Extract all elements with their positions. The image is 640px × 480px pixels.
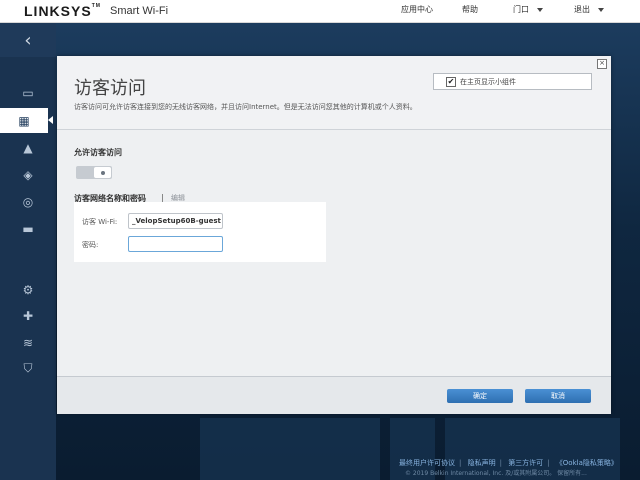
toggle-knob[interactable] <box>94 167 111 178</box>
dialog-footer: 确定 取消 <box>57 376 611 414</box>
nav-logout-menu[interactable]: 退出 <box>574 4 604 15</box>
checkmark-icon[interactable]: ✔ <box>446 76 456 87</box>
footer-link-privacy[interactable]: 隐私声明 <box>468 459 496 467</box>
product-name: Smart Wi-Fi <box>110 5 169 17</box>
copyright-text: © 2019 Belkin International, Inc. 及/或其附属… <box>405 470 587 477</box>
password-field[interactable] <box>128 236 223 252</box>
footer-link-third-party[interactable]: 第三方许可 <box>508 459 543 467</box>
security-icon[interactable]: ⛉ <box>0 356 56 381</box>
speed-test-icon[interactable]: ◎ <box>0 189 56 214</box>
nav-user-menu[interactable]: 门口 <box>513 4 543 15</box>
chevron-left-icon[interactable]: ‹ <box>0 23 56 57</box>
external-storage-icon[interactable]: ▬ <box>0 216 56 241</box>
troubleshooting-icon[interactable]: ✚ <box>0 303 56 328</box>
guest-access-dialog: × 访客访问 访客访问可允许访客连接到您的无线访客网络，并且访问Internet… <box>57 56 611 414</box>
nav-user-label: 门口 <box>513 5 529 14</box>
footer-divider: | <box>547 459 550 467</box>
footer-divider: | <box>499 459 502 467</box>
wireless-icon[interactable]: ≋ <box>0 330 56 355</box>
top-bar: LINKSYSTM Smart Wi-Fi 应用中心 帮助 门口 退出 <box>0 0 640 23</box>
nav-logout-label: 退出 <box>574 5 590 14</box>
guest-wifi-name-field[interactable]: _VelopSetup60B-guest <box>128 213 223 229</box>
background-tile <box>200 418 380 480</box>
dialog-header: × 访客访问 访客访问可允许访客连接到您的无线访客网络，并且访问Internet… <box>57 56 611 130</box>
sidebar: ‹ ▭ ▦ ▲ ◈ ◎ ▬ ⚙ ✚ ≋ ⛉ <box>0 23 56 480</box>
footer-link-eula[interactable]: 最终用户许可协议 <box>399 459 455 467</box>
cancel-button[interactable]: 取消 <box>525 389 591 403</box>
nav-app-center[interactable]: 应用中心 <box>401 4 433 15</box>
show-widget-checkbox[interactable]: ✔ 在主页显示小组件 <box>433 73 592 90</box>
chevron-down-icon <box>537 7 543 12</box>
page-title: 访客访问 <box>74 78 146 99</box>
show-widget-label: 在主页显示小组件 <box>460 77 516 86</box>
allow-guest-toggle[interactable] <box>76 166 112 179</box>
allow-guest-label: 允许访客访问 <box>74 148 122 157</box>
password-label: 密码: <box>82 241 99 249</box>
footer-divider: | <box>459 459 462 467</box>
footer-link-ookla[interactable]: 《Ookla隐私策略》 <box>556 459 618 467</box>
guest-access-icon[interactable]: ▦ <box>0 108 53 133</box>
alert-icon[interactable]: ▲ <box>0 135 56 160</box>
chevron-down-icon <box>598 7 604 12</box>
close-icon[interactable]: × <box>597 59 607 69</box>
credentials-panel: 访客 Wi-Fi: _VelopSetup60B-guest 密码: <box>74 202 326 262</box>
separator: | <box>161 193 164 202</box>
brand-tm: TM <box>91 3 101 9</box>
nav-help[interactable]: 帮助 <box>462 4 478 15</box>
connectivity-icon[interactable]: ⚙ <box>0 277 56 302</box>
footer-links: 最终用户许可协议 | 隐私声明 | 第三方许可 | 《Ookla隐私策略》 <box>399 458 622 468</box>
brand-text: LINKSYS <box>24 3 92 19</box>
device-list-icon[interactable]: ▭ <box>0 80 56 105</box>
parental-control-icon[interactable]: ◈ <box>0 162 56 187</box>
toggle-dot-icon <box>100 170 105 175</box>
active-indicator <box>48 116 53 124</box>
guest-wifi-label: 访客 Wi-Fi: <box>82 218 118 226</box>
ok-button[interactable]: 确定 <box>447 389 513 403</box>
linksys-logo[interactable]: LINKSYSTM <box>24 3 101 19</box>
page-description: 访客访问可允许访客连接到您的无线访客网络，并且访问Internet。但是无法访问… <box>74 103 417 111</box>
